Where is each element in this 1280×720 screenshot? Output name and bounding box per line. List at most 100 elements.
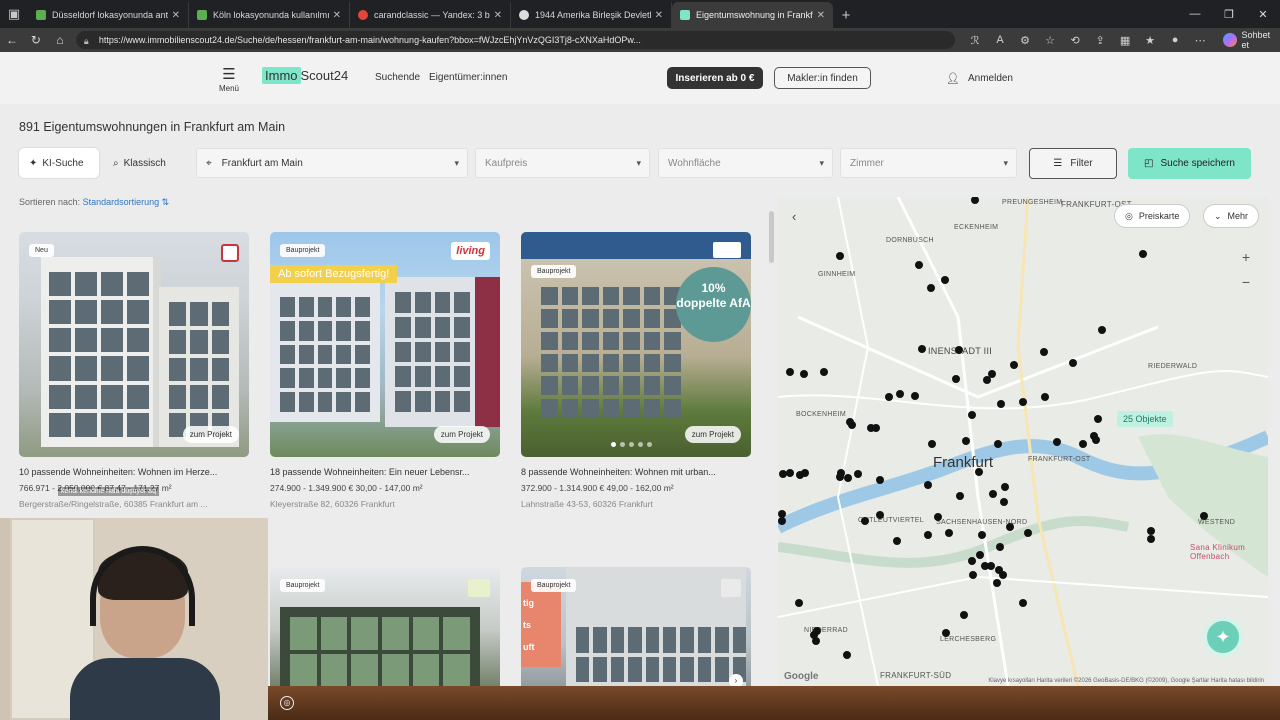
listing-card[interactable]: Bauprojekt Ab sofort Bezugsfertig! livin… xyxy=(270,232,500,509)
map-marker[interactable] xyxy=(955,346,963,354)
map-marker[interactable] xyxy=(983,376,991,384)
brand-logo[interactable]: Immo Scout24 xyxy=(262,67,348,84)
map-marker[interactable] xyxy=(812,637,820,645)
map-marker[interactable] xyxy=(795,599,803,607)
map-marker[interactable] xyxy=(1041,393,1049,401)
makler-finden-button[interactable]: Makler:in finden xyxy=(774,67,871,89)
map-marker[interactable] xyxy=(989,490,997,498)
listing-card[interactable]: tig ts uft Bauprojekt › xyxy=(521,567,751,686)
back-icon[interactable]: ← xyxy=(0,28,24,52)
minimize-icon[interactable]: — xyxy=(1178,0,1212,28)
listing-title[interactable]: 8 passende Wohneinheiten: Wohnen mit urb… xyxy=(521,467,751,477)
nav-suchende[interactable]: Suchende xyxy=(375,72,420,83)
inserieren-button[interactable]: Inserieren ab 0 € xyxy=(667,67,763,89)
url-field[interactable]: 🔒︎ https://www.immobilienscout24.de/Such… xyxy=(75,31,955,49)
location-select[interactable]: ⌖ Frankfurt am Main ▾ xyxy=(196,148,468,178)
map-marker[interactable] xyxy=(1098,326,1106,334)
map-marker[interactable] xyxy=(786,469,794,477)
map-marker[interactable] xyxy=(800,370,808,378)
map-marker[interactable] xyxy=(1079,440,1087,448)
profile-avatar[interactable]: ● xyxy=(1163,34,1188,47)
map-marker[interactable] xyxy=(924,481,932,489)
map-marker[interactable] xyxy=(976,551,984,559)
map-marker[interactable] xyxy=(786,368,794,376)
listing-card[interactable]: Bauprojekt 10% doppelte AfA zum Projekt … xyxy=(521,232,751,509)
favorites-icon[interactable]: ★ xyxy=(1138,34,1163,47)
map-marker[interactable] xyxy=(934,513,942,521)
map-marker[interactable] xyxy=(778,517,786,525)
zoom-in-icon[interactable]: + xyxy=(1242,249,1250,265)
map-marker[interactable] xyxy=(1006,523,1014,531)
sort-select[interactable]: Standardsortierung ⇅ xyxy=(83,197,170,207)
mehr-button[interactable]: ⌄ Mehr xyxy=(1203,204,1260,228)
map-marker[interactable] xyxy=(1139,250,1147,258)
map-marker[interactable] xyxy=(1200,512,1208,520)
map-marker[interactable] xyxy=(1040,348,1048,356)
map-marker[interactable] xyxy=(1019,599,1027,607)
list-scrollbar[interactable] xyxy=(769,199,774,684)
preiskarte-button[interactable]: ◎ Preiskarte xyxy=(1114,204,1191,228)
translate-icon[interactable]: ℛ xyxy=(963,34,988,47)
map-marker[interactable] xyxy=(996,543,1004,551)
tab-actions-icon[interactable]: ▣ xyxy=(0,0,28,28)
map-marker[interactable] xyxy=(924,531,932,539)
listing-title[interactable]: 10 passende Wohneinheiten: Wohnen im Her… xyxy=(19,467,249,477)
map-marker[interactable] xyxy=(962,437,970,445)
browser-tab-active[interactable]: Eigentumswohnung in Frankfurt a ✕ xyxy=(672,2,833,28)
map-marker[interactable] xyxy=(861,517,869,525)
tab-close-icon[interactable]: ✕ xyxy=(655,10,663,21)
listing-image[interactable]: tig ts uft Bauprojekt › xyxy=(521,567,751,686)
classic-search-toggle[interactable]: ⌕ Klassisch xyxy=(103,148,183,178)
map-marker[interactable] xyxy=(779,470,787,478)
ai-assistant-button[interactable]: ✦ xyxy=(1203,617,1243,657)
map-panel[interactable]: FRANKFURT-OST PREUNGESHEIM ECKENHEIM DOR… xyxy=(778,197,1268,686)
map-marker[interactable] xyxy=(956,492,964,500)
map-marker[interactable] xyxy=(836,252,844,260)
map-marker[interactable] xyxy=(975,468,983,476)
map-marker[interactable] xyxy=(978,531,986,539)
copilot-button[interactable]: Sohbet et xyxy=(1222,30,1280,50)
map-marker[interactable] xyxy=(820,368,828,376)
cluster-label[interactable]: 25 Objekte xyxy=(1117,411,1173,427)
wohnflaeche-select[interactable]: Wohnfläche ▾ xyxy=(658,148,833,178)
list-scrollbar-thumb[interactable] xyxy=(769,211,774,263)
map-marker[interactable] xyxy=(1024,529,1032,537)
map-marker[interactable] xyxy=(927,284,935,292)
zum-projekt-button[interactable]: zum Projekt xyxy=(684,426,741,443)
browser-tab[interactable]: Düsseldorf lokasyonunda antika o ✕ xyxy=(28,2,189,28)
map-marker[interactable] xyxy=(960,611,968,619)
map-marker[interactable] xyxy=(1147,535,1155,543)
browser-tab[interactable]: 1944 Amerika Birleşik Devletleri'nı ✕ xyxy=(511,2,672,28)
kaufpreis-select[interactable]: Kaufpreis ▾ xyxy=(475,148,650,178)
zum-projekt-button[interactable]: zum Projekt xyxy=(182,426,239,443)
map-marker[interactable] xyxy=(872,424,880,432)
map-marker[interactable] xyxy=(968,557,976,565)
map-marker[interactable] xyxy=(1053,438,1061,446)
map-marker[interactable] xyxy=(942,629,950,637)
zoom-out-icon[interactable]: − xyxy=(1242,274,1250,290)
nav-eigentuemer[interactable]: Eigentümer:innen xyxy=(429,72,507,83)
map-marker[interactable] xyxy=(876,476,884,484)
map-attribution[interactable]: Klavye kısayolları Harita verileri ©2026… xyxy=(988,678,1264,684)
tab-close-icon[interactable]: ✕ xyxy=(494,10,502,21)
map-marker[interactable] xyxy=(918,345,926,353)
browser-tab[interactable]: carandclassic — Yandex: 3 bin son ✕ xyxy=(350,2,511,28)
taskbar-app-icon[interactable]: ◎ xyxy=(280,696,294,710)
new-tab-icon[interactable]: + xyxy=(833,2,859,28)
close-window-icon[interactable]: ✕ xyxy=(1246,0,1280,28)
save-search-button[interactable]: ◰ Suche speichern xyxy=(1128,148,1251,179)
map-marker[interactable] xyxy=(999,571,1007,579)
reload-icon[interactable]: ↻ xyxy=(24,28,48,52)
map-marker[interactable] xyxy=(1000,498,1008,506)
map-marker[interactable] xyxy=(928,440,936,448)
map-marker[interactable] xyxy=(952,375,960,383)
map-marker[interactable] xyxy=(843,651,851,659)
map-marker[interactable] xyxy=(1094,415,1102,423)
map-marker[interactable] xyxy=(846,418,854,426)
map-marker[interactable] xyxy=(994,440,1002,448)
tab-close-icon[interactable]: ✕ xyxy=(333,10,341,21)
map-marker[interactable] xyxy=(854,470,862,478)
listing-image[interactable]: Bauprojekt xyxy=(270,567,500,686)
map-marker[interactable] xyxy=(813,627,821,635)
map-marker[interactable] xyxy=(893,537,901,545)
